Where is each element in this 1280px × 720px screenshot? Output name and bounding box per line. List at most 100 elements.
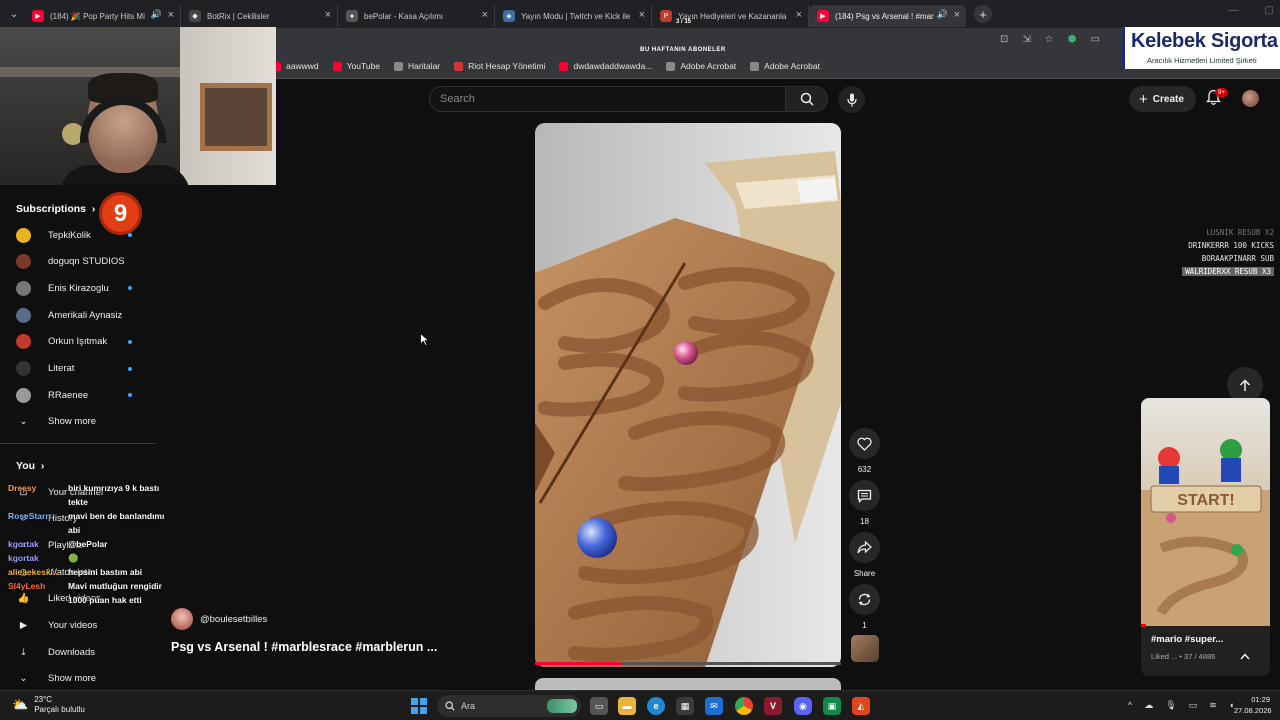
new-content-dot [128, 233, 132, 237]
task-view-icon[interactable]: ▭ [590, 697, 608, 715]
bookmark-item[interactable]: Adobe Acrobat [666, 61, 736, 71]
new-content-dot [128, 366, 132, 371]
search-button[interactable] [786, 86, 828, 112]
browser-tab[interactable]: ◈ Yayın Modu | Twitch ve Kick ile × [495, 5, 652, 27]
windows-start-icon[interactable] [411, 698, 427, 714]
subscription-item[interactable]: Amerikali Aynasiz [16, 303, 141, 327]
next-short-preview[interactable] [535, 678, 841, 690]
subscription-item[interactable]: RRaenee [16, 383, 141, 407]
close-tab-icon[interactable]: × [796, 9, 802, 21]
speaker-icon[interactable]: 🔊 [151, 9, 162, 20]
file-explorer-icon[interactable]: ▬ [618, 697, 636, 715]
sidepanel-icon[interactable]: ▭ [1090, 34, 1099, 45]
chevron-right-icon: › [37, 460, 45, 472]
channel-name[interactable]: @boulesetbilles [200, 614, 267, 625]
subscriptions-heading[interactable]: Subscriptions › [16, 203, 95, 215]
comments-button[interactable]: 18 [849, 480, 880, 526]
mini-player-title[interactable]: #mario #super... [1151, 634, 1223, 645]
minimize-icon[interactable]: — [1229, 5, 1239, 16]
show-more-button[interactable]: ⌄ Show more [16, 667, 141, 691]
wifi-icon[interactable]: ≋ [1209, 700, 1217, 711]
search-input[interactable]: Search [429, 86, 786, 112]
bookmark-item[interactable]: Riot Hesap Yönetimi [454, 61, 545, 71]
close-tab-icon[interactable]: × [325, 9, 331, 21]
brave-icon[interactable]: ◭ [852, 697, 870, 715]
mini-player-thumbnail[interactable]: START! [1141, 398, 1270, 626]
create-button[interactable]: + Create [1129, 86, 1196, 112]
short-video-player[interactable] [535, 123, 841, 667]
marble-run-scene [535, 123, 841, 667]
bookmark-item[interactable]: Haritalar [394, 61, 440, 71]
system-clock[interactable]: 01:29 27.08.2026 [1234, 694, 1272, 716]
channel-avatar [16, 280, 31, 296]
voice-search-button[interactable] [838, 86, 865, 113]
you-item[interactable]: ⤓ Downloads [16, 640, 141, 664]
bookmark-item[interactable]: aawwwd [272, 61, 319, 71]
show-more-button[interactable]: ⌄ Show more [16, 410, 141, 434]
mic-icon [846, 93, 857, 106]
bookmark-favicon-icon [454, 61, 464, 71]
expand-chevron-icon[interactable] [1240, 647, 1250, 665]
subscription-item[interactable]: Orkun Işıtmak [16, 330, 141, 354]
tab-favicon-icon: P [660, 10, 672, 22]
weather-widget[interactable]: ⛅ 23°C Parçalı bulutlu [12, 695, 85, 715]
video-icon: ▶ [19, 620, 28, 631]
channel-avatar[interactable] [171, 608, 193, 630]
extension-icon[interactable]: ⬢ [1068, 34, 1077, 45]
store-icon[interactable]: ▦ [676, 697, 694, 715]
bookmark-item[interactable]: dwdawdaddwawda... [559, 61, 652, 71]
chrome-icon[interactable] [735, 697, 753, 715]
browser-tab[interactable]: ▶ (184) Psg vs Arsenal ! #mar 🔊 × [809, 5, 966, 27]
browser-tab[interactable]: ● bePolar - Kasa Açılımı × [338, 5, 495, 27]
display-icon[interactable]: ▭ [1189, 700, 1198, 711]
browser-tab[interactable]: ▶ (184) 🎉 Pop Party Hits Mi 🔊 × [24, 5, 181, 27]
mini-player[interactable]: START! #mario #super... Liked ... • 37 /… [1141, 398, 1270, 676]
tab-label: (184) Psg vs Arsenal ! #mar [835, 11, 934, 21]
you-item[interactable]: ▶ Your videos [16, 614, 141, 638]
app-icon[interactable]: V [764, 697, 782, 715]
discord-icon[interactable]: ◉ [794, 697, 812, 715]
cast-icon[interactable]: ⇲ [1022, 34, 1030, 45]
bookmark-item[interactable]: Adobe Acrobat [750, 61, 820, 71]
notifications-button[interactable]: 9+ [1206, 88, 1229, 111]
browser-tab[interactable]: ◆ BotRix | Cekilisler × [181, 5, 338, 27]
you-heading[interactable]: You › [16, 460, 44, 472]
like-button[interactable]: 632 [849, 428, 880, 474]
network-cloud-icon[interactable]: ☁ [1144, 700, 1153, 711]
speaker-icon[interactable]: 🔊 [937, 9, 948, 20]
share-button[interactable]: Share [849, 532, 880, 578]
translate-icon[interactable]: ⊡ [1000, 34, 1008, 45]
short-progress-bar[interactable] [535, 662, 841, 665]
new-tab-button[interactable]: + [974, 5, 992, 23]
tab-search-icon[interactable]: ⌄ [4, 4, 24, 24]
bookmark-favicon-icon [559, 61, 569, 71]
chevron-up-icon[interactable]: ^ [1128, 700, 1132, 711]
channel-avatar [16, 227, 31, 243]
chat-username: kgortak [8, 553, 39, 563]
bookmark-star-icon[interactable]: ☆ [1045, 34, 1054, 45]
kick-icon[interactable]: ▣ [823, 697, 841, 715]
close-tab-icon[interactable]: × [482, 9, 488, 21]
mic-tray-icon[interactable]: 🎙 [1165, 700, 1176, 711]
close-tab-icon[interactable]: × [639, 9, 645, 21]
subscription-item[interactable]: Literat [16, 357, 141, 381]
mail-icon[interactable]: ✉ [705, 697, 723, 715]
short-channel[interactable]: @boulesetbilles [171, 608, 267, 630]
stream-event-text: WALRIDERXX RESUB X3 [1182, 267, 1274, 276]
edge-icon[interactable]: e [647, 697, 665, 715]
account-avatar[interactable] [1242, 90, 1259, 107]
subscription-item[interactable]: Enis Kirazoglu [16, 276, 141, 300]
close-tab-icon[interactable]: × [954, 9, 960, 21]
close-tab-icon[interactable]: × [168, 9, 174, 21]
subscription-name: doguqn STUDIOS [48, 256, 125, 268]
search-highlight-icon [547, 699, 577, 713]
short-title[interactable]: Psg vs Arsenal ! #marblesrace #marblerun… [171, 640, 437, 654]
remix-button[interactable]: 1 [849, 584, 880, 630]
sound-thumbnail[interactable] [851, 635, 879, 662]
subscription-item[interactable]: doguqn STUDIOS [16, 250, 141, 274]
bookmark-item[interactable]: YouTube [332, 61, 380, 71]
create-label: Create [1152, 93, 1184, 105]
maximize-icon[interactable]: ▢ [1265, 5, 1274, 16]
taskbar-search[interactable]: Ara [437, 695, 581, 717]
chat-message: RoseStarrr mavi ben de banlandımı abi [0, 509, 168, 537]
